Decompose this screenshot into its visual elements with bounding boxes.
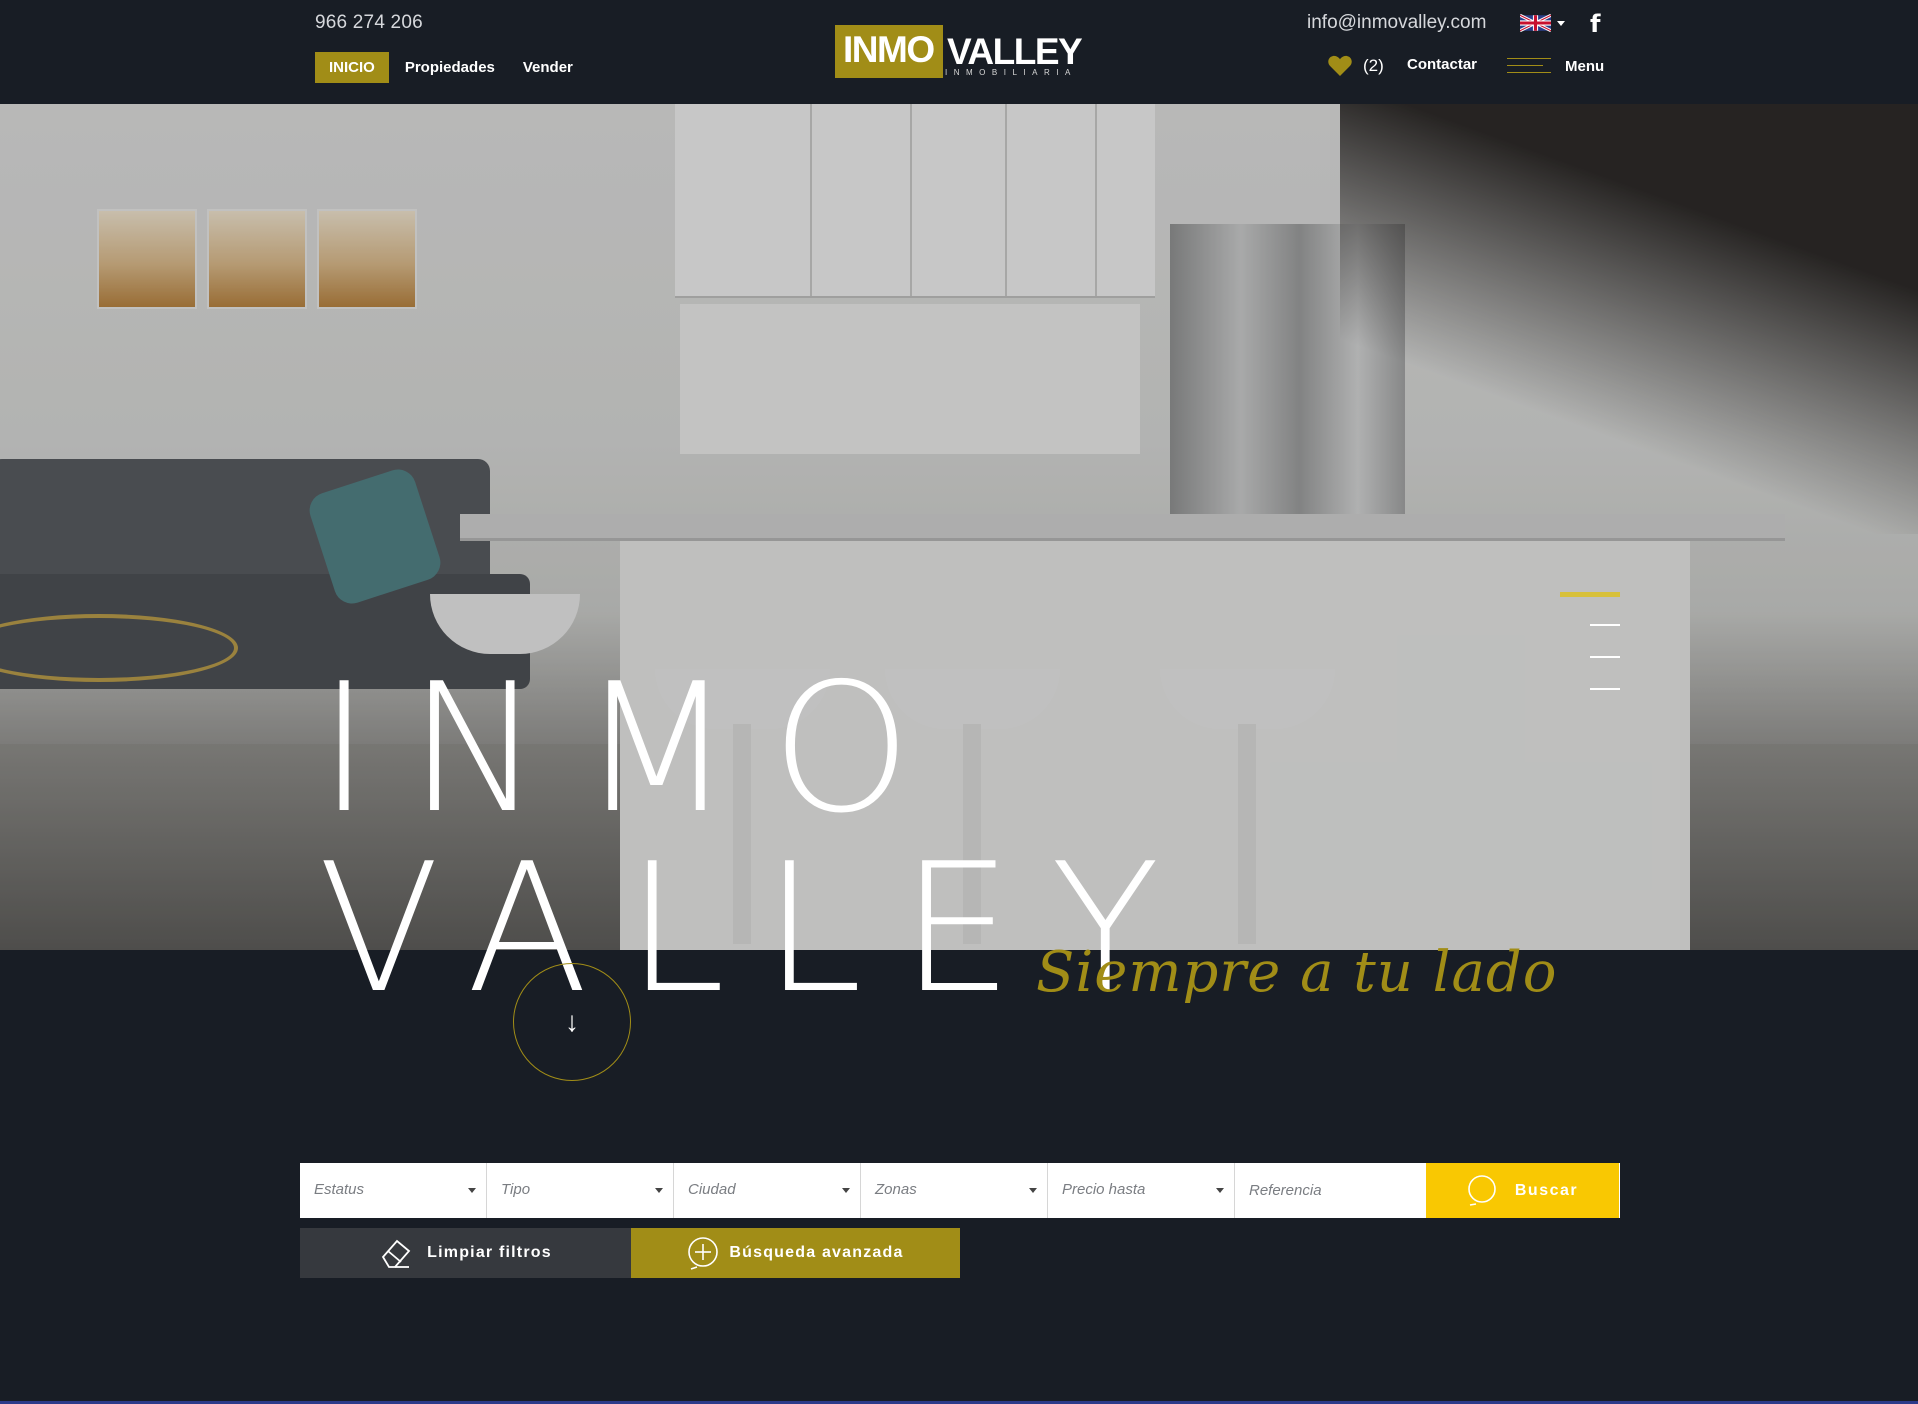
phone-number[interactable]: 966 274 206 [315,12,423,34]
chevron-down-icon [842,1188,850,1193]
hero-image [0,104,1918,950]
heart-icon [1328,55,1352,76]
advanced-search-label: Búsqueda avanzada [729,1244,904,1261]
plus-circle-icon [688,1237,719,1270]
nav-inicio[interactable]: INICIO [315,52,389,83]
type-label: Tipo [501,1181,531,1198]
filter-actions: Limpiar filtros Búsqueda avanzada [300,1228,960,1278]
search-button-label: Buscar [1514,1181,1579,1199]
status-label: Estatus [314,1181,365,1198]
scroll-down-button[interactable]: ↓ [513,963,631,1081]
reference-input[interactable] [1235,1163,1426,1218]
favorites-link[interactable]: (2) [1327,54,1384,77]
hamburger-icon [1507,56,1551,76]
clear-filters-button[interactable]: Limpiar filtros [300,1228,631,1278]
contact-link[interactable]: Contactar [1407,56,1477,73]
arrow-down-icon: ↓ [565,1006,579,1037]
status-select[interactable]: Estatus [300,1163,487,1218]
email-link[interactable]: info@inmovalley.com [1307,12,1486,34]
type-select[interactable]: Tipo [487,1163,674,1218]
clear-filters-label: Limpiar filtros [427,1244,552,1261]
city-select[interactable]: Ciudad [674,1163,861,1218]
chevron-down-icon [655,1188,663,1193]
nav-propiedades[interactable]: Propiedades [391,52,509,83]
search-icon [1468,1174,1496,1206]
site-logo[interactable]: INMO VALLEY INMOBILIARIA [835,25,1085,79]
facebook-icon[interactable]: f [1590,10,1600,38]
hero-tagline: Siempre a tu lado [1036,940,1558,1005]
logo-text-inmo: INMO [843,29,935,70]
menu-label: Menu [1565,57,1605,75]
zones-label: Zonas [875,1181,917,1198]
menu-button[interactable]: Menu [1507,56,1604,76]
search-button[interactable]: Buscar [1426,1163,1619,1218]
main-nav: INICIO Propiedades Vender [315,52,587,83]
logo-text-valley: VALLEY [947,31,1083,72]
language-selector[interactable] [1520,13,1565,33]
hero-title-line1: INMO [318,645,950,852]
chevron-down-icon [1029,1188,1037,1193]
advanced-search-button[interactable]: Búsqueda avanzada [631,1228,960,1278]
max-price-label: Precio hasta [1062,1181,1146,1198]
hero-overlay [0,104,1918,950]
city-label: Ciudad [688,1181,736,1198]
search-bar: Estatus Tipo Ciudad Zonas Precio hasta B… [300,1163,1620,1218]
slider-menu-icon[interactable] [1560,592,1620,694]
favorites-count: (2) [1363,55,1384,75]
chevron-down-icon [1557,20,1565,26]
logo-subtitle: INMOBILIARIA [945,68,1077,77]
chevron-down-icon [1216,1188,1224,1193]
site-header: 966 274 206 INICIO Propiedades Vender IN… [0,0,1918,104]
max-price-select[interactable]: Precio hasta [1048,1163,1235,1218]
reference-field [1235,1163,1426,1218]
chevron-down-icon [468,1188,476,1193]
nav-vender[interactable]: Vender [509,52,587,83]
uk-flag-icon [1520,13,1551,33]
zones-select[interactable]: Zonas [861,1163,1048,1218]
eraser-icon [382,1239,411,1268]
